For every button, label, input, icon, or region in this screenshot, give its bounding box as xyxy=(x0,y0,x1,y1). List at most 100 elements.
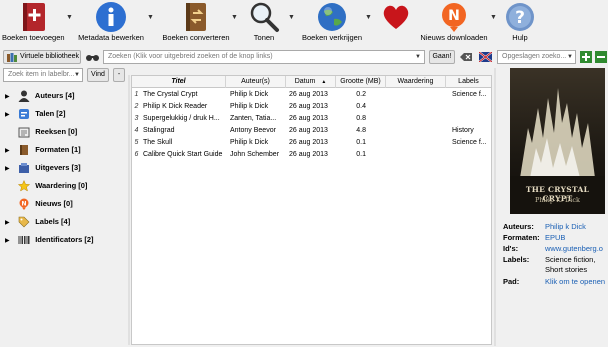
donate-button[interactable] xyxy=(378,0,414,46)
tree-item-languages-label: Talen [2] xyxy=(35,109,66,118)
expand-arrow-icon[interactable]: ▶ xyxy=(5,144,16,158)
table-row[interactable]: 3 Supergelukkig / druk H... Zanten, Tati… xyxy=(132,113,491,125)
detail-ids-link[interactable]: www.gutenberg.o xyxy=(545,244,603,253)
book-table: Titel Auteur(s) Datum ▲ Grootte (MB) Waa… xyxy=(131,75,492,345)
delete-search-icon[interactable] xyxy=(595,51,607,63)
edit-metadata-button[interactable]: Metadata bewerken xyxy=(78,0,144,46)
saved-searches-dropdown-icon[interactable]: ▼ xyxy=(567,51,573,63)
clear-search-icon[interactable] xyxy=(460,52,473,62)
tree-item-rating-label: Waardering [0] xyxy=(35,181,88,190)
binoculars-icon[interactable] xyxy=(86,52,99,62)
cell-labels: History xyxy=(452,127,474,134)
table-row[interactable]: 5 The Skull Philip k Dick 26 aug 2013 0.… xyxy=(132,137,491,149)
convert-books-dropdown-icon[interactable]: ▼ xyxy=(231,14,239,22)
left-splitter[interactable] xyxy=(128,75,130,345)
magnifier-icon xyxy=(250,2,279,32)
saved-searches-input[interactable]: Opgeslagen zoeko... ▼ xyxy=(497,50,576,64)
cell-author: John Schember xyxy=(230,151,280,158)
tree-item-formats[interactable]: ▶ Formaten [1] xyxy=(5,143,81,157)
fetch-news-button[interactable]: N Nieuws downloaden xyxy=(418,0,490,46)
detail-path-link[interactable]: Klik om te openen xyxy=(545,277,605,286)
tree-item-publishers[interactable]: ▶ Uitgevers [3] xyxy=(5,161,81,175)
save-search-icon[interactable] xyxy=(580,51,592,63)
cell-date: 26 aug 2013 xyxy=(289,115,328,122)
find-item-dropdown-icon[interactable]: ▼ xyxy=(74,69,80,81)
detail-path-key: Pad: xyxy=(503,277,520,286)
languages-icon xyxy=(19,109,30,120)
svg-text:?: ? xyxy=(515,8,525,28)
cell-size: 0.8 xyxy=(356,115,366,122)
add-books-dropdown-icon[interactable]: ▼ xyxy=(66,14,74,22)
expand-arrow-icon[interactable]: ▶ xyxy=(5,216,16,230)
find-button[interactable]: Vind xyxy=(87,68,109,82)
cell-labels: Science f... xyxy=(452,91,487,98)
go-button[interactable]: Gaan! xyxy=(429,50,455,64)
expand-arrow-icon[interactable]: ▶ xyxy=(5,162,16,176)
help-button[interactable]: ? Hulp xyxy=(502,0,538,46)
tree-item-news[interactable]: N Nieuws [0] xyxy=(5,197,73,211)
news-icon: N xyxy=(442,3,466,32)
detail-authors-link[interactable]: Philip k Dick xyxy=(545,222,586,231)
detail-formats-link[interactable]: EPUB xyxy=(545,233,565,242)
tree-item-series[interactable]: Reeksen [0] xyxy=(5,125,77,139)
convert-book-icon xyxy=(186,3,206,31)
expand-arrow-icon[interactable]: ▶ xyxy=(5,234,16,248)
search-flag-icon[interactable] xyxy=(479,52,492,62)
detail-formats-key: Formaten: xyxy=(503,233,540,242)
tree-item-identifiers[interactable]: ▶ Identificators [2] xyxy=(5,233,94,247)
svg-text:N: N xyxy=(448,8,460,24)
get-books-button[interactable]: Boeken verkrijgen xyxy=(300,0,364,46)
table-row[interactable]: 6 Calibre Quick Start Guide John Schembe… xyxy=(132,149,491,161)
row-number: 4 xyxy=(134,127,139,134)
tree-item-rating[interactable]: Waardering [0] xyxy=(5,179,87,193)
edit-metadata-dropdown-icon[interactable]: ▼ xyxy=(147,14,155,22)
add-book-icon xyxy=(23,3,45,31)
expand-arrow-icon[interactable]: ▶ xyxy=(5,90,16,104)
go-label: Gaan! xyxy=(432,53,452,60)
column-header-authors[interactable]: Auteur(s) xyxy=(226,76,286,88)
collapse-button[interactable]: - xyxy=(113,68,125,82)
tree-item-authors[interactable]: ▶ Auteurs [4] xyxy=(5,89,75,103)
column-header-date[interactable]: Datum ▲ xyxy=(286,76,336,88)
table-row[interactable]: 1 The Crystal Crypt Philip k Dick 26 aug… xyxy=(132,89,491,101)
cell-date: 26 aug 2013 xyxy=(289,139,328,146)
cell-author: Philip k Dick xyxy=(230,103,269,110)
fetch-news-dropdown-icon[interactable]: ▼ xyxy=(490,14,498,22)
add-books-button[interactable]: Boeken toevoegen xyxy=(2,0,65,46)
right-splitter[interactable] xyxy=(494,68,496,346)
cell-size: 0.4 xyxy=(356,103,366,110)
search-input[interactable]: Zoeken (Klik voor uitgebreid zoeken of d… xyxy=(103,50,425,64)
column-header-size[interactable]: Grootte (MB) xyxy=(336,76,386,88)
series-icon xyxy=(18,127,30,138)
tree-item-languages[interactable]: ▶ Talen [2] xyxy=(5,107,65,121)
cell-size: 0.1 xyxy=(356,151,366,158)
column-header-date-label: Datum xyxy=(294,78,316,85)
book-icon xyxy=(20,145,29,156)
detail-labels-value-1: Science fiction, xyxy=(545,255,596,264)
cell-title: Calibre Quick Start Guide xyxy=(143,151,223,158)
search-history-dropdown-icon[interactable]: ▼ xyxy=(415,51,421,63)
tree-item-identifiers-label: Identificators [2] xyxy=(35,235,94,244)
expand-arrow-icon[interactable]: ▶ xyxy=(5,108,16,122)
view-label: Tonen xyxy=(253,33,275,42)
edit-metadata-label: Metadata bewerken xyxy=(78,33,144,42)
cover-author: Philip K. Dick xyxy=(535,196,580,204)
cell-date: 26 aug 2013 xyxy=(289,103,328,110)
convert-books-button[interactable]: Boeken converteren xyxy=(158,0,234,46)
column-header-labels[interactable]: Labels xyxy=(446,76,491,88)
cell-date: 26 aug 2013 xyxy=(289,127,328,134)
find-item-input[interactable]: Zoek item in labelbr... ▼ xyxy=(3,68,83,82)
tree-item-series-label: Reeksen [0] xyxy=(35,127,78,136)
get-books-dropdown-icon[interactable]: ▼ xyxy=(365,14,373,22)
view-dropdown-icon[interactable]: ▼ xyxy=(288,14,296,22)
book-cover[interactable]: THE CRYSTAL CRYPT Philip K. Dick xyxy=(510,68,605,214)
column-header-rating[interactable]: Waardering xyxy=(386,76,446,88)
table-row[interactable]: 2 Philip K Dick Reader Philip k Dick 26 … xyxy=(132,101,491,113)
table-row[interactable]: 4 Stalingrad Antony Beevor 26 aug 2013 4… xyxy=(132,125,491,137)
column-header-title[interactable]: Titel xyxy=(132,76,226,88)
table-header: Titel Auteur(s) Datum ▲ Grootte (MB) Waa… xyxy=(132,76,491,88)
tree-item-labels[interactable]: ▶ Labels [4] xyxy=(5,215,70,229)
virtual-library-button[interactable]: Virtuele bibliotheek xyxy=(3,50,81,64)
cell-date: 26 aug 2013 xyxy=(289,91,328,98)
view-button[interactable]: Tonen xyxy=(244,0,284,46)
